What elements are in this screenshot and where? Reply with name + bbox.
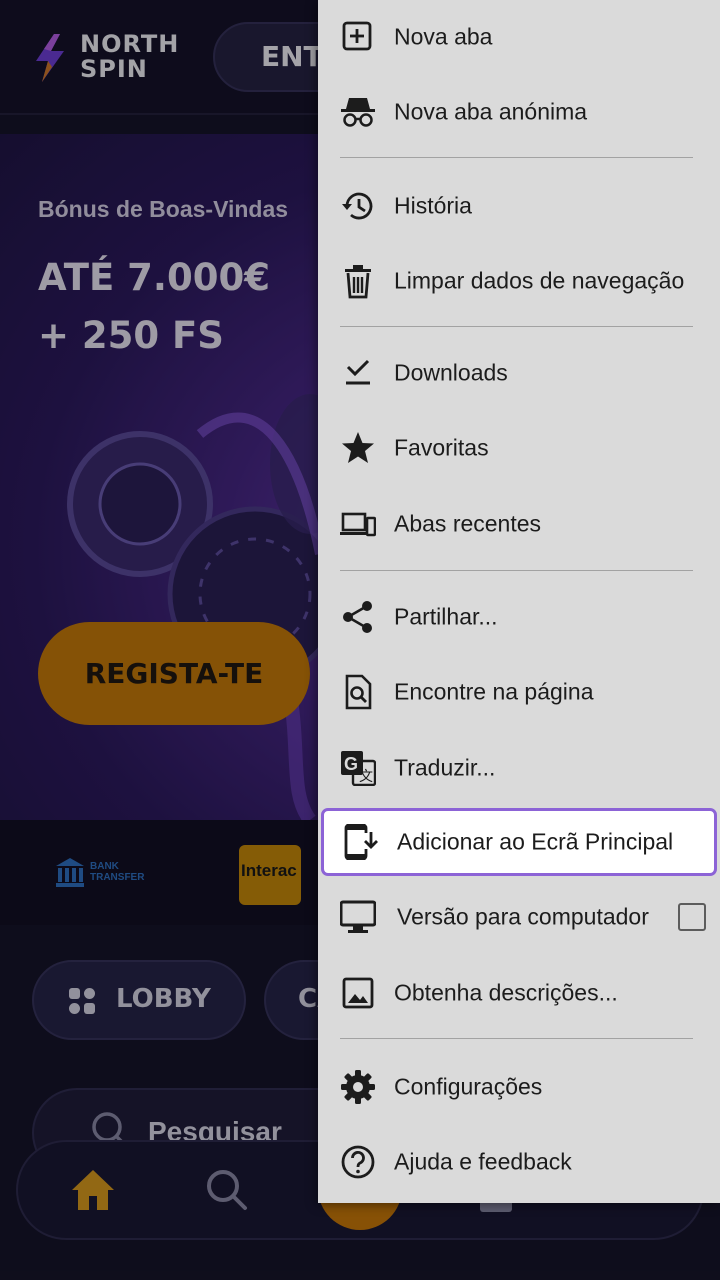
svg-text:文: 文 <box>359 768 373 784</box>
browser-overflow-menu: Nova aba Nova aba anónima História Limpa… <box>318 0 720 1203</box>
menu-item-label: Favoritas <box>394 434 489 461</box>
trash-icon <box>345 265 371 299</box>
menu-item-label: Configurações <box>394 1073 543 1100</box>
image-descriptions-icon <box>342 977 374 1009</box>
menu-divider <box>340 570 693 571</box>
menu-divider <box>340 326 693 327</box>
find-in-page-icon <box>345 674 372 710</box>
menu-item-label: Partilhar... <box>394 603 498 630</box>
help-icon <box>341 1145 375 1179</box>
downloads-icon <box>346 359 370 385</box>
recent-tabs-icon <box>340 512 376 537</box>
new-tab-icon <box>342 21 372 51</box>
menu-item-label: Traduzir... <box>394 754 496 781</box>
history-icon <box>342 192 373 220</box>
menu-item-label: Nova aba <box>394 23 493 50</box>
menu-item-label: Limpar dados de navegação <box>394 267 685 294</box>
menu-item-label: Nova aba anónima <box>394 98 588 125</box>
menu-item-label: Downloads <box>394 359 508 386</box>
menu-item-translate[interactable]: G 文 Traduzir... <box>318 733 720 803</box>
menu-item-label: Encontre na página <box>394 678 594 705</box>
translate-icon: G 文 <box>341 751 376 786</box>
menu-item-help-feedback[interactable]: Ajuda e feedback <box>318 1127 720 1197</box>
menu-item-label: Adicionar ao Ecrã Principal <box>397 828 674 855</box>
menu-item-clear-browsing-data[interactable]: Limpar dados de navegação <box>318 246 720 316</box>
menu-item-new-tab[interactable]: Nova aba <box>318 2 720 72</box>
menu-item-label: Ajuda e feedback <box>394 1148 572 1175</box>
desktop-site-checkbox[interactable] <box>678 903 706 931</box>
menu-divider <box>340 157 693 158</box>
desktop-icon <box>340 900 376 933</box>
incognito-icon <box>341 98 375 127</box>
star-icon <box>342 432 374 463</box>
menu-item-incognito-tab[interactable]: Nova aba anónima <box>318 77 720 147</box>
menu-item-settings[interactable]: Configurações <box>318 1052 720 1122</box>
add-to-home-screen-icon <box>344 824 378 860</box>
menu-item-label: Obtenha descrições... <box>394 979 618 1006</box>
menu-item-recent-tabs[interactable]: Abas recentes <box>318 489 720 559</box>
menu-item-image-descriptions[interactable]: Obtenha descrições... <box>318 958 720 1028</box>
menu-item-downloads[interactable]: Downloads <box>318 338 720 408</box>
share-icon <box>343 601 372 633</box>
menu-item-bookmarks[interactable]: Favoritas <box>318 413 720 483</box>
menu-item-label: História <box>394 192 472 219</box>
menu-item-find-in-page[interactable]: Encontre na página <box>318 657 720 727</box>
menu-item-label: Abas recentes <box>394 510 542 537</box>
menu-item-desktop-site[interactable]: Versão para computador <box>318 882 720 952</box>
menu-item-add-to-home-screen[interactable]: Adicionar ao Ecrã Principal <box>321 808 717 876</box>
menu-item-share[interactable]: Partilhar... <box>318 582 720 652</box>
svg-text:G: G <box>344 754 358 774</box>
settings-icon <box>341 1070 375 1104</box>
menu-item-history[interactable]: História <box>318 171 720 241</box>
menu-divider <box>340 1038 693 1039</box>
menu-item-label: Versão para computador <box>397 903 649 930</box>
